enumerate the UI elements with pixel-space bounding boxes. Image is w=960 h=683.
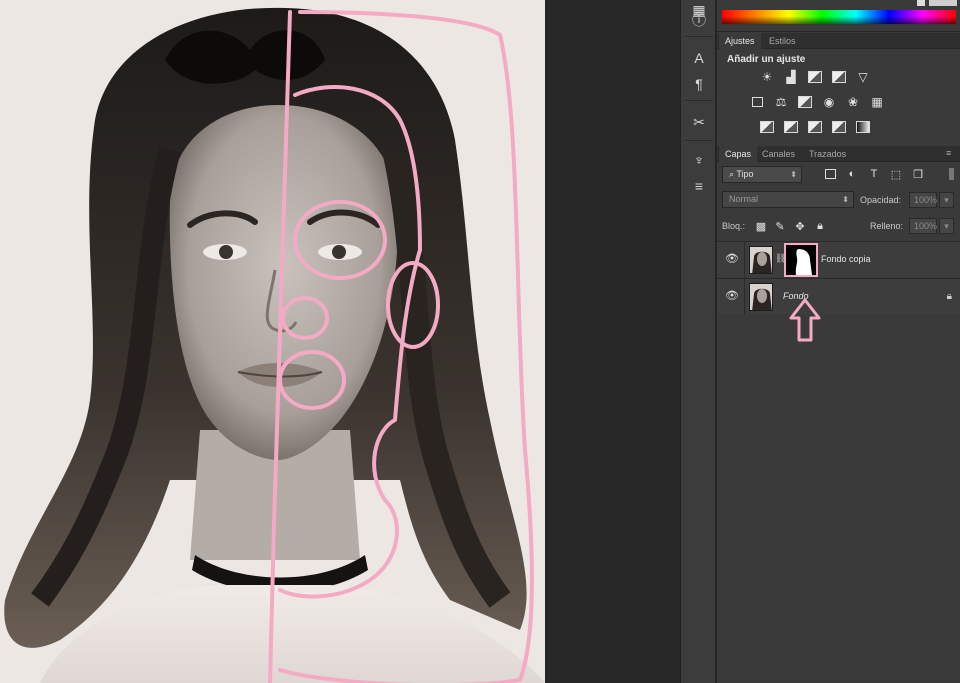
fill-label: Relleno: [870, 221, 904, 231]
black-white-icon[interactable] [797, 95, 813, 109]
brightness-icon[interactable]: ☀ [759, 70, 775, 84]
tab-styles[interactable]: Estilos [763, 33, 802, 49]
paragraph-icon[interactable]: ¶ [687, 74, 711, 94]
posterize-icon[interactable] [783, 120, 799, 134]
lock-brush-icon[interactable]: ✎ [773, 219, 787, 233]
layers-panel: Capas Canales Trazados ≡ ⌕ Tipo ⬍ ◐ T ⬚ ❒… [717, 146, 960, 683]
selective-color-icon[interactable] [831, 120, 847, 134]
portrait-photo [0, 0, 545, 683]
color-panel [717, 0, 960, 32]
channel-mixer-icon[interactable]: ❀ [845, 95, 861, 109]
blend-mode-select[interactable]: Normal ⬍ [722, 191, 854, 208]
filter-smart-object-icon[interactable]: ❒ [911, 167, 925, 181]
lock-icon: 🔒︎ [946, 291, 952, 302]
blend-mode-value: Normal [729, 194, 759, 204]
filter-adjustment-icon[interactable]: ◐ [845, 167, 859, 181]
document-image[interactable] [0, 0, 545, 683]
lock-label: Bloq.: [722, 221, 746, 231]
layers-tab-bar: Capas Canales Trazados [717, 146, 960, 162]
color-spectrum[interactable] [722, 10, 956, 24]
panel-menu-icon[interactable]: ≡ [946, 148, 954, 160]
invert-icon[interactable] [759, 120, 775, 134]
layer-filter-value: Tipo [736, 169, 754, 179]
filter-pixel-icon[interactable] [823, 167, 837, 181]
panel-icon-strip: ▦ ⓘ A ¶ ✂ ♆ ≡ [680, 0, 716, 683]
fill-field[interactable]: 100% [909, 218, 937, 234]
lock-all-icon[interactable]: 🔒︎ [813, 219, 827, 233]
gradient-map-icon[interactable] [855, 120, 871, 134]
filter-shape-icon[interactable]: ⬚ [889, 167, 903, 181]
tab-paths[interactable]: Trazados [803, 146, 852, 162]
gradient-triangle-icon[interactable]: ▽ [855, 70, 871, 84]
threshold-icon[interactable] [807, 120, 823, 134]
layer-thumbnail [749, 246, 773, 274]
photo-filter-icon[interactable]: ◉ [821, 95, 837, 109]
layer-mask-thumbnail[interactable] [784, 243, 818, 277]
layer-filter-select[interactable]: ⌕ Tipo ⬍ [722, 166, 802, 183]
filter-type-icon[interactable]: T [867, 167, 881, 181]
curves-icon[interactable] [807, 70, 823, 84]
lock-transparent-icon[interactable]: ▩ [754, 219, 768, 233]
adjustments-panel: Ajustes Estilos Añadir un ajuste ☀ ▟ ▽ ⚖… [717, 33, 960, 145]
brush-presets-icon[interactable]: ♆ [687, 150, 711, 170]
layer-name[interactable]: Fondo copia [821, 254, 871, 264]
properties-icon[interactable]: ≡ [687, 176, 711, 196]
visibility-eye-icon[interactable]: 👁︎ [725, 290, 739, 302]
character-icon[interactable]: A [687, 48, 711, 68]
tool-presets-icon[interactable]: ✂ [687, 112, 711, 132]
adjustments-title: Añadir un ajuste [727, 54, 806, 65]
exposure-icon[interactable] [831, 70, 847, 84]
mask-link-icon[interactable]: ⛓ [775, 253, 786, 265]
layer-row-fondo-copia[interactable]: 👁︎ ⛓ Fondo copia [717, 241, 960, 278]
lock-position-icon[interactable]: ✥ [793, 219, 807, 233]
fill-dropdown[interactable]: ▾ [939, 218, 954, 234]
vibrance-icon[interactable] [749, 95, 765, 109]
annotation-arrow [789, 298, 821, 342]
color-balance-icon[interactable]: ⚖ [773, 95, 789, 109]
filter-toggle[interactable] [949, 168, 954, 180]
tab-layers[interactable]: Capas [719, 146, 758, 162]
color-lookup-icon[interactable]: ▦ [869, 95, 885, 109]
layer-thumbnail [749, 283, 773, 311]
canvas-area[interactable] [0, 0, 680, 683]
tab-adjustments[interactable]: Ajustes [719, 33, 761, 49]
right-panels: Ajustes Estilos Añadir un ajuste ☀ ▟ ▽ ⚖… [717, 0, 960, 683]
tab-channels[interactable]: Canales [756, 146, 801, 162]
layer-row-fondo[interactable]: 👁︎ Fondo 🔒︎ [717, 278, 960, 315]
info-icon[interactable]: ⓘ [687, 10, 711, 30]
adjustments-tab-bar: Ajustes Estilos [717, 33, 960, 49]
opacity-field[interactable]: 100% [909, 192, 937, 208]
opacity-dropdown[interactable]: ▾ [939, 192, 954, 208]
levels-icon[interactable]: ▟ [783, 70, 799, 84]
opacity-label: Opacidad: [860, 195, 902, 205]
visibility-eye-icon[interactable]: 👁︎ [725, 253, 739, 265]
